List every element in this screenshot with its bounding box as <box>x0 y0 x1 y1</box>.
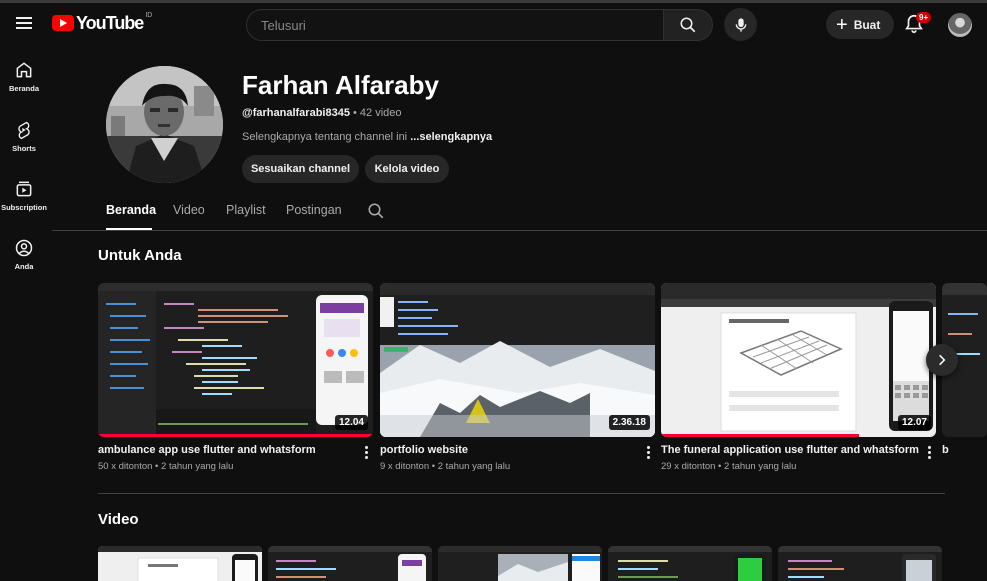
video-thumbnail[interactable] <box>438 546 602 581</box>
subscriptions-icon <box>16 181 32 197</box>
video-duration: 12.04 <box>334 415 368 430</box>
tabs-divider <box>52 230 987 231</box>
notification-count-badge: 9+ <box>916 12 932 23</box>
sidebar-item-subscriptions[interactable]: Subscription <box>0 167 48 223</box>
video-age: 2 tahun yang lalu <box>437 461 511 472</box>
video-thumbnail[interactable] <box>778 546 942 581</box>
video-meta: 50 x ditonton • 2 tahun yang lalu <box>98 461 234 472</box>
youtube-play-icon <box>52 15 74 31</box>
sidebar-item-home[interactable]: Beranda <box>0 48 48 104</box>
thumbnail-image <box>268 546 432 581</box>
section-title-videos: Video <box>98 511 139 528</box>
channel-handle: @farhanalfarabi8345 <box>242 107 350 119</box>
video-age: 2 tahun yang lalu <box>161 461 234 472</box>
search-icon <box>368 203 384 219</box>
more-options-icon[interactable] <box>362 445 370 461</box>
tab-posts[interactable]: Postingan <box>286 203 342 217</box>
more-options-icon[interactable] <box>644 445 652 461</box>
thumbnail-image <box>778 546 942 581</box>
sidebar-item-label: Beranda <box>8 84 39 93</box>
video-thumbnail[interactable] <box>608 546 772 581</box>
video-card-partial: b <box>942 283 987 483</box>
microphone-icon <box>735 17 746 32</box>
tab-videos[interactable]: Video <box>173 203 205 217</box>
video-thumbnail[interactable]: 2.36.18 <box>380 283 655 437</box>
video-views: 50 x ditonton <box>98 461 153 472</box>
video-thumbnail[interactable]: 12.07 <box>661 283 936 437</box>
you-icon <box>15 239 33 257</box>
account-avatar[interactable] <box>948 13 972 37</box>
chevron-right-icon <box>939 354 946 366</box>
about-more: ...selengkapnya <box>410 131 493 143</box>
video-title[interactable]: The funeral application use flutter and … <box>661 444 919 456</box>
youtube-logo[interactable]: YouTube ID <box>52 12 152 34</box>
manage-videos-button[interactable]: Kelola video <box>365 155 449 183</box>
sidebar-item-shorts[interactable]: Shorts <box>0 108 48 164</box>
video-views: 29 x ditonton <box>661 461 716 472</box>
more-options-icon[interactable] <box>925 445 933 461</box>
tab-playlists[interactable]: Playlist <box>226 203 266 217</box>
sidebar-item-label: Shorts <box>12 144 36 153</box>
tab-home[interactable]: Beranda <box>106 203 156 217</box>
video-duration: 12.07 <box>897 415 931 430</box>
thumbnail-image <box>98 283 373 437</box>
video-thumbnail[interactable]: 12.04 <box>98 283 373 437</box>
carousel-next-button[interactable] <box>926 344 958 376</box>
video-title[interactable]: b <box>942 444 949 456</box>
video-title[interactable]: ambulance app use flutter and whatsform <box>98 444 316 456</box>
sidebar-item-you[interactable]: Anda <box>0 226 48 282</box>
section-divider <box>98 493 945 494</box>
thumbnail-image <box>661 283 936 437</box>
logo-text: YouTube <box>76 12 144 33</box>
video-thumbnail[interactable] <box>98 546 262 581</box>
video-meta: 29 x ditonton • 2 tahun yang lalu <box>661 461 797 472</box>
video-age: 2 tahun yang lalu <box>724 461 797 472</box>
video-meta: 9 x ditonton • 2 tahun yang lalu <box>380 461 511 472</box>
channel-avatar[interactable] <box>106 66 223 183</box>
shorts-icon <box>18 121 30 140</box>
search-button[interactable] <box>663 9 713 41</box>
watch-progress-bar <box>98 434 373 437</box>
thumbnail-image <box>608 546 772 581</box>
about-text: Selengkapnya tentang channel ini <box>242 131 411 143</box>
video-thumbnail[interactable] <box>268 546 432 581</box>
customize-channel-button[interactable]: Sesuaikan channel <box>242 155 359 183</box>
section-title-for-you: Untuk Anda <box>98 247 182 264</box>
search-input[interactable] <box>247 10 663 40</box>
video-views: 9 x ditonton <box>380 461 430 472</box>
search-box <box>246 9 664 41</box>
channel-about-link[interactable]: Selengkapnya tentang channel ini ...sele… <box>242 131 492 143</box>
video-duration: 2.36.18 <box>608 415 650 430</box>
sidebar-item-label: Anda <box>14 262 34 271</box>
watch-progress-bar <box>661 434 859 437</box>
channel-meta: @farhanalfarabi8345 • 42 video <box>242 107 402 119</box>
sidebar-item-label: Subscription <box>1 203 47 212</box>
create-label: Buat <box>853 17 881 32</box>
create-button[interactable]: + Buat <box>826 10 894 39</box>
video-count: 42 video <box>359 107 402 119</box>
plus-icon: + <box>836 13 848 36</box>
masthead: YouTube ID + Buat 9+ <box>0 3 987 45</box>
channel-search-button[interactable] <box>367 202 385 220</box>
meta-separator: • <box>349 107 360 119</box>
video-title[interactable]: portfolio website <box>380 444 468 456</box>
logo-region-code: ID <box>145 12 153 19</box>
home-icon <box>16 62 32 78</box>
thumbnail-image <box>98 546 262 581</box>
guide-menu-button[interactable] <box>12 11 36 35</box>
channel-name: Farhan Alfaraby <box>242 70 439 100</box>
voice-search-button[interactable] <box>724 8 757 41</box>
thumbnail-image <box>380 283 655 437</box>
search-icon <box>680 17 696 33</box>
thumbnail-image <box>438 546 602 581</box>
channel-avatar-photo <box>106 66 223 183</box>
